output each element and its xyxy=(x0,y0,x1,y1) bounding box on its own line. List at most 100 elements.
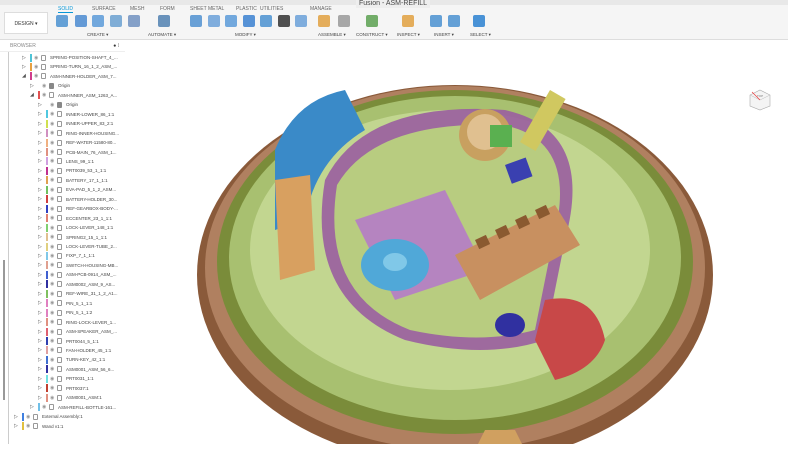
visibility-icon[interactable]: ◉ xyxy=(50,329,57,335)
visibility-icon[interactable]: ◉ xyxy=(50,385,57,391)
expand-icon[interactable]: ▷ xyxy=(38,168,44,174)
tab-solid[interactable]: SOLID xyxy=(58,6,74,13)
group-assemble[interactable]: ASSEMBLE ▾ xyxy=(318,32,346,38)
expand-icon[interactable]: ▷ xyxy=(14,414,20,420)
visibility-icon[interactable]: ◉ xyxy=(50,272,57,278)
expand-icon[interactable]: ▷ xyxy=(38,244,44,250)
expand-icon[interactable]: ▷ xyxy=(22,55,28,61)
visibility-icon[interactable]: ◉ xyxy=(50,102,57,108)
visibility-icon[interactable]: ◉ xyxy=(50,319,57,325)
visibility-icon[interactable]: ◉ xyxy=(50,111,57,117)
new-component-icon[interactable] xyxy=(318,15,330,27)
group-select[interactable]: SELECT ▾ xyxy=(470,32,491,38)
browser-scrollbar[interactable] xyxy=(3,260,5,400)
visibility-icon[interactable]: ◉ xyxy=(34,73,41,79)
expand-icon[interactable]: ▷ xyxy=(38,149,44,155)
visibility-icon[interactable]: ◉ xyxy=(26,414,33,420)
expand-icon[interactable]: ▷ xyxy=(38,338,44,344)
visibility-icon[interactable]: ◉ xyxy=(50,121,57,127)
browser-item[interactable]: ▷ ◉ Wand v1:1 xyxy=(14,421,63,432)
expand-icon[interactable]: ▷ xyxy=(38,395,44,401)
model-3d[interactable] xyxy=(125,40,788,449)
tab-sheet-metal[interactable]: SHEET METAL xyxy=(190,6,224,12)
expand-icon[interactable]: ▷ xyxy=(22,64,28,70)
tab-surface[interactable]: SURFACE xyxy=(92,6,116,12)
expand-icon[interactable]: ▷ xyxy=(38,196,44,202)
sketch-icon[interactable] xyxy=(56,15,68,27)
visibility-icon[interactable]: ◉ xyxy=(50,225,57,231)
visibility-icon[interactable]: ◉ xyxy=(50,281,57,287)
visibility-icon[interactable]: ◉ xyxy=(50,291,57,297)
expand-icon[interactable]: ▷ xyxy=(30,83,36,89)
visibility-icon[interactable]: ◉ xyxy=(50,338,57,344)
tab-form[interactable]: FORM xyxy=(160,6,175,12)
pattern-icon[interactable] xyxy=(128,15,140,27)
expand-icon[interactable]: ▷ xyxy=(38,319,44,325)
automate-icon[interactable] xyxy=(158,15,170,27)
expand-icon[interactable]: ▷ xyxy=(38,347,44,353)
group-inspect[interactable]: INSPECT ▾ xyxy=(397,32,420,38)
hole-icon[interactable] xyxy=(110,15,122,27)
combine-icon[interactable] xyxy=(243,15,255,27)
move-icon[interactable] xyxy=(278,15,290,27)
visibility-icon[interactable]: ◉ xyxy=(50,215,57,221)
visibility-icon[interactable]: ◉ xyxy=(50,357,57,363)
expand-icon[interactable]: ▷ xyxy=(38,102,44,108)
shell-icon[interactable] xyxy=(225,15,237,27)
canvas-viewport[interactable]: TOP xyxy=(125,40,788,449)
insert-derive-icon[interactable] xyxy=(430,15,442,27)
expand-icon[interactable]: ▷ xyxy=(38,140,44,146)
visibility-icon[interactable]: ◉ xyxy=(50,130,57,136)
expand-icon[interactable]: ▷ xyxy=(38,234,44,240)
expand-icon[interactable]: ▷ xyxy=(38,111,44,117)
visibility-icon[interactable]: ◉ xyxy=(50,262,57,268)
expand-icon[interactable]: ▷ xyxy=(30,404,36,410)
visibility-icon[interactable]: ◉ xyxy=(50,253,57,259)
visibility-icon[interactable]: ◉ xyxy=(50,149,57,155)
expand-icon[interactable]: ▷ xyxy=(38,177,44,183)
group-create[interactable]: CREATE ▾ xyxy=(87,32,108,38)
group-modify[interactable]: MODIFY ▾ xyxy=(235,32,256,38)
visibility-icon[interactable]: ◉ xyxy=(50,206,57,212)
select-icon[interactable] xyxy=(473,15,485,27)
measure-icon[interactable] xyxy=(402,15,414,27)
expand-icon[interactable]: ▷ xyxy=(38,385,44,391)
collapse-icon[interactable]: ◢ xyxy=(30,92,36,98)
visibility-icon[interactable]: ◉ xyxy=(42,404,49,410)
visibility-icon[interactable]: ◉ xyxy=(50,244,57,250)
collapse-icon[interactable]: ◢ xyxy=(22,73,28,79)
plane-icon[interactable] xyxy=(366,15,378,27)
expand-icon[interactable]: ▷ xyxy=(38,158,44,164)
visibility-icon[interactable]: ◉ xyxy=(42,92,49,98)
visibility-icon[interactable]: ◉ xyxy=(50,347,57,353)
expand-icon[interactable]: ▷ xyxy=(38,300,44,306)
expand-icon[interactable]: ▷ xyxy=(38,121,44,127)
expand-icon[interactable]: ▷ xyxy=(38,291,44,297)
split-icon[interactable] xyxy=(260,15,272,27)
expand-icon[interactable]: ▷ xyxy=(14,423,20,429)
press-pull-icon[interactable] xyxy=(190,15,202,27)
visibility-icon[interactable]: ◉ xyxy=(50,177,57,183)
visibility-icon[interactable]: ◉ xyxy=(50,158,57,164)
tab-manage[interactable]: MANAGE xyxy=(310,6,332,12)
visibility-icon[interactable]: ◉ xyxy=(50,366,57,372)
visibility-icon[interactable]: ◉ xyxy=(50,140,57,146)
expand-icon[interactable]: ▷ xyxy=(38,130,44,136)
visibility-icon[interactable]: ◉ xyxy=(50,376,57,382)
expand-icon[interactable]: ▷ xyxy=(38,281,44,287)
tab-plastic[interactable]: PLASTIC xyxy=(236,6,257,12)
insert-image-icon[interactable] xyxy=(448,15,460,27)
expand-icon[interactable]: ▷ xyxy=(38,187,44,193)
visibility-icon[interactable]: ◉ xyxy=(50,234,57,240)
expand-icon[interactable]: ▷ xyxy=(38,272,44,278)
visibility-icon[interactable]: ◉ xyxy=(50,168,57,174)
group-automate[interactable]: AUTOMATE ▾ xyxy=(148,32,176,38)
visibility-icon[interactable]: ◉ xyxy=(50,300,57,306)
browser-options-icon[interactable]: ● ⁞ xyxy=(113,40,119,52)
extrude-icon[interactable] xyxy=(75,15,87,27)
visibility-icon[interactable]: ◉ xyxy=(50,187,57,193)
view-cube[interactable]: TOP xyxy=(748,88,772,112)
expand-icon[interactable]: ▷ xyxy=(38,310,44,316)
visibility-icon[interactable]: ◉ xyxy=(50,310,57,316)
revolve-icon[interactable] xyxy=(92,15,104,27)
